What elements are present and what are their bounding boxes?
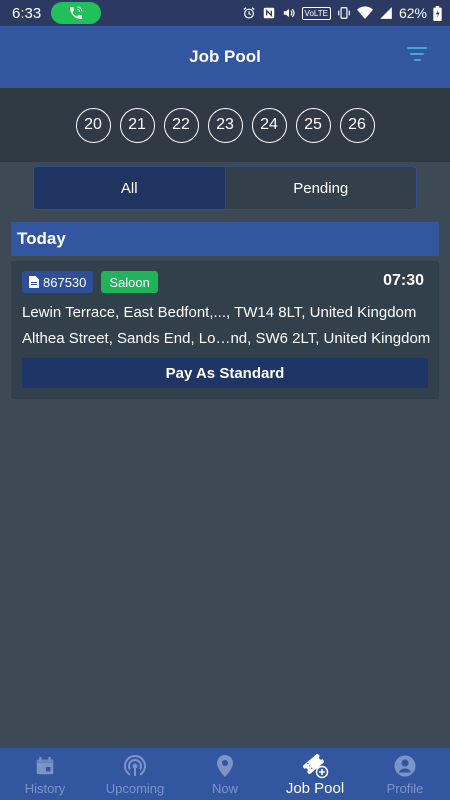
nav-item-now[interactable]: Now	[180, 748, 270, 800]
nfc-icon	[262, 6, 276, 20]
page-title: Job Pool	[189, 47, 261, 66]
date-chip[interactable]: 26	[339, 107, 375, 143]
battery-percent: 62%	[398, 5, 427, 21]
broadcast-icon	[123, 754, 147, 778]
wifi-icon	[356, 6, 373, 20]
segment-pending[interactable]: Pending	[224, 167, 416, 209]
account-icon	[393, 754, 417, 778]
status-bar: 6:33 VoLTE 62%	[0, 0, 450, 26]
date-chip[interactable]: 23	[207, 107, 243, 143]
battery-charging-icon	[433, 5, 442, 21]
alarm-icon	[242, 6, 256, 20]
date-chip[interactable]: 20	[75, 107, 111, 143]
date-chip[interactable]: 24	[251, 107, 287, 143]
volte-badge: VoLTE	[301, 6, 331, 20]
ongoing-call-indicator[interactable]	[51, 2, 102, 24]
job-id-badge: 867530	[22, 271, 94, 293]
ticket-add-icon	[300, 753, 330, 779]
job-id-text: 867530	[43, 274, 87, 290]
nav-item-job-pool[interactable]: Job Pool	[270, 748, 360, 800]
nav-label-job-pool: Job Pool	[285, 780, 345, 797]
cell-signal-icon	[379, 6, 393, 20]
pickup-address: Lewin Terrace, East Bedfont,..., TW14 8L…	[22, 304, 417, 321]
job-card-badges: 867530 Saloon	[22, 271, 158, 293]
vibrate-icon	[337, 6, 351, 20]
location-pin-icon	[215, 754, 235, 778]
vehicle-type-badge: Saloon	[101, 271, 158, 293]
date-chip[interactable]: 25	[295, 107, 331, 143]
volume-icon	[282, 6, 296, 20]
document-icon	[29, 276, 39, 288]
segment-all[interactable]: All	[34, 167, 225, 209]
calendar-icon	[34, 754, 56, 778]
job-filter-segmented-control: All Pending	[33, 166, 417, 210]
payment-type-button[interactable]: Pay As Standard	[22, 358, 428, 388]
date-chip[interactable]: 21	[119, 107, 155, 143]
status-time: 6:33	[12, 4, 42, 22]
date-chip[interactable]: 22	[163, 107, 199, 143]
dropoff-address: Althea Street, Sands End, Lo…nd, SW6 2LT…	[22, 330, 431, 347]
bottom-navigation: History Upcoming Now Job Pool Profile	[0, 748, 450, 800]
nav-item-history[interactable]: History	[0, 748, 90, 800]
section-header-today: Today	[11, 222, 439, 256]
filter-icon-line	[413, 59, 421, 61]
phone-call-icon	[70, 6, 83, 19]
date-selector: 20 21 22 23 24 25 26	[0, 88, 450, 162]
nav-label-history: History	[24, 781, 66, 796]
job-time: 07:30	[383, 272, 424, 289]
nav-label-now: Now	[211, 781, 238, 796]
app-bar: Job Pool	[0, 26, 450, 88]
filter-icon-line	[410, 53, 424, 55]
status-icons: VoLTE 62%	[242, 5, 442, 21]
job-card[interactable]: 867530 Saloon 07:30 Lewin Terrace, East …	[11, 261, 439, 399]
nav-label-profile: Profile	[386, 781, 424, 796]
nav-item-profile[interactable]: Profile	[360, 748, 450, 800]
nav-label-upcoming: Upcoming	[105, 781, 165, 796]
filter-icon-line	[407, 47, 427, 49]
nav-item-upcoming[interactable]: Upcoming	[90, 748, 180, 800]
filter-button[interactable]	[406, 47, 428, 67]
